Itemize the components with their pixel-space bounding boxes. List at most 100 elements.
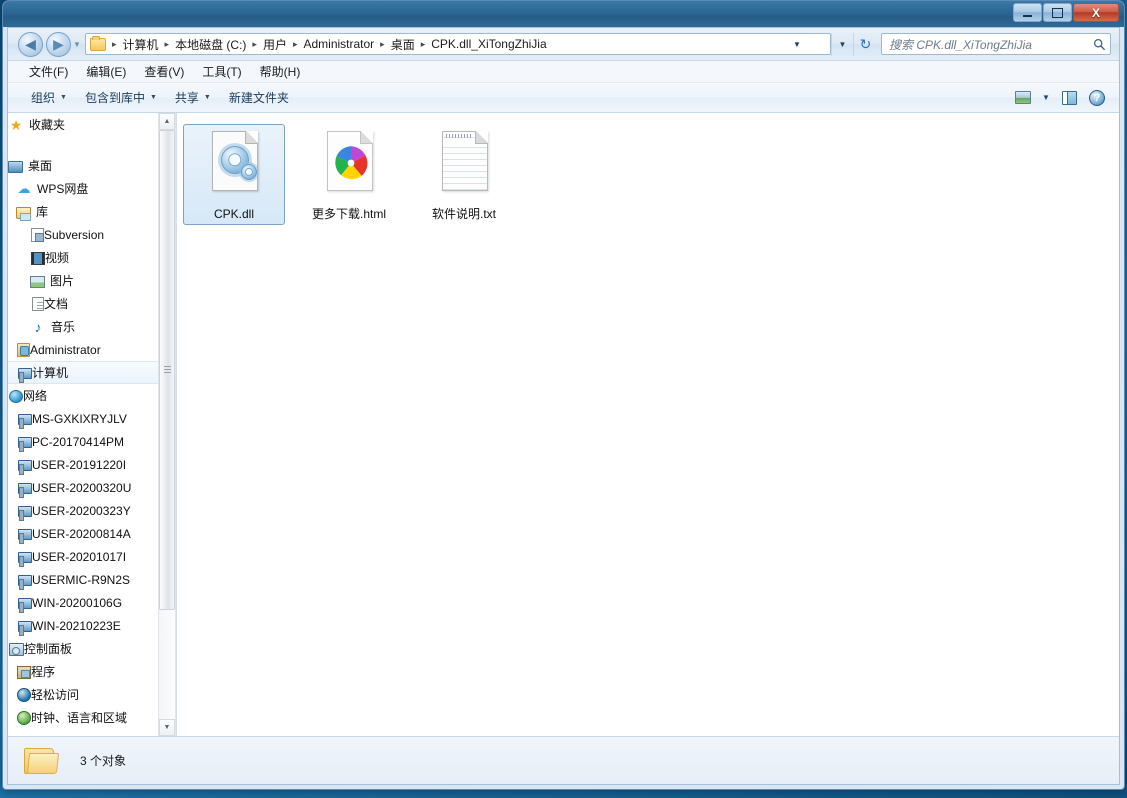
clock-language-region-icon <box>17 711 31 725</box>
sidebar-item-1[interactable]: 桌面 <box>8 154 171 177</box>
file-item-html[interactable]: 更多下载.html <box>298 124 400 225</box>
sidebar-item-6[interactable]: 图片 <box>8 269 171 292</box>
breadcrumb[interactable]: ▸ 计算机 ▸ 本地磁盘 (C:) ▸ 用户 ▸ Administrator ▸… <box>85 33 831 55</box>
document-page-shape <box>327 131 373 191</box>
recent-pages-caret[interactable]: ▼ <box>71 40 83 49</box>
sidebar-item-label: 文档 <box>44 297 69 311</box>
breadcrumb-item-computer[interactable]: 计算机 <box>122 36 160 53</box>
breadcrumb-item-localdisk[interactable]: 本地磁盘 (C:) <box>174 36 247 53</box>
library-icon <box>16 206 31 221</box>
dll-file-icon <box>202 129 266 201</box>
address-dropdown-caret[interactable]: ▼ <box>831 32 853 56</box>
notepad-binding <box>446 134 473 138</box>
sidebar-item-12[interactable]: MS-GXKIXRYJLV <box>8 407 171 430</box>
sidebar-item-8[interactable]: ♪ 音乐 <box>8 315 171 338</box>
sidebar-item-25[interactable]: 时钟、语言和区域 <box>8 706 171 729</box>
network-computer-icon <box>18 552 32 567</box>
window-controls: X <box>1013 3 1119 22</box>
breadcrumb-item-users[interactable]: 用户 <box>262 36 288 53</box>
scroll-down-button[interactable]: ▼ <box>159 719 175 736</box>
chevron-down-icon: ▼ <box>203 94 211 101</box>
title-bar[interactable]: X <box>3 1 1124 27</box>
subversion-icon <box>31 228 44 242</box>
search-icon <box>1092 37 1106 51</box>
music-icon: ♪ <box>34 318 42 335</box>
sidebar-item-23[interactable]: 程序 <box>8 660 171 683</box>
sidebar-item-3[interactable]: 库 <box>8 200 171 223</box>
command-bar-right-group: ▼ ? <box>1011 87 1119 109</box>
network-computer-icon <box>18 598 32 613</box>
organize-button[interactable]: 组织 ▼ <box>22 86 76 109</box>
close-button[interactable]: X <box>1073 3 1119 22</box>
sidebar-item-label: 库 <box>36 205 49 219</box>
view-dropdown-button[interactable]: ▼ <box>1039 87 1053 109</box>
sidebar-item-2[interactable]: ☁ WPS网盘 <box>8 177 171 200</box>
menu-file[interactable]: 文件(F) <box>20 61 77 82</box>
breadcrumb-separator: ▸ <box>420 38 426 49</box>
share-button[interactable]: 共享 ▼ <box>166 86 220 109</box>
videos-icon <box>31 251 45 265</box>
sidebar-item-20[interactable]: WIN-20200106G <box>8 591 171 614</box>
network-computer-icon <box>18 529 32 544</box>
maximize-button[interactable] <box>1043 3 1072 22</box>
sidebar-item-14[interactable]: USER-20191220I <box>8 453 171 476</box>
user-folder-icon <box>17 343 30 357</box>
preview-pane-button[interactable] <box>1057 87 1081 109</box>
sidebar-item-24[interactable]: 轻松访问 <box>8 683 171 706</box>
favorites-star-icon: ★ <box>9 116 23 133</box>
sidebar-item-13[interactable]: PC-20170414PM <box>8 430 171 453</box>
refresh-icon[interactable]: ↻ <box>853 32 877 56</box>
sidebar-item-label: PC-20170414PM <box>32 434 125 449</box>
sidebar-item-19[interactable]: USERMIC-R9N2S <box>8 568 171 591</box>
gear-icon-small <box>241 164 257 180</box>
sidebar-item-label: USER-20200323Y <box>32 503 131 518</box>
breadcrumb-item-administrator[interactable]: Administrator <box>302 37 375 51</box>
help-button[interactable]: ? <box>1085 87 1109 109</box>
change-view-button[interactable] <box>1011 87 1035 109</box>
sidebar-item-4[interactable]: Subversion <box>8 223 171 246</box>
sidebar-item-label: 时钟、语言和区域 <box>31 711 128 725</box>
breadcrumb-item-desktop[interactable]: 桌面 <box>390 36 416 53</box>
minimize-button[interactable] <box>1013 3 1042 22</box>
file-list-pane[interactable]: CPK.dll 更多下载.html 软件说明.txt <box>177 113 1119 736</box>
file-item-txt[interactable]: 软件说明.txt <box>413 124 515 225</box>
sidebar-item-7[interactable]: 文档 <box>8 292 171 315</box>
menu-view[interactable]: 查看(V) <box>135 61 193 82</box>
sidebar-item-11[interactable]: 网络 <box>8 384 171 407</box>
forward-button[interactable]: ▶ <box>46 31 71 57</box>
search-placeholder: 搜索 CPK.dll_XiTongZhiJia <box>889 37 1032 52</box>
sidebar-item-9[interactable]: Administrator <box>8 338 171 361</box>
breadcrumb-item-current[interactable]: CPK.dll_XiTongZhiJia <box>430 37 547 51</box>
menu-edit[interactable]: 编辑(E) <box>77 61 135 82</box>
include-in-library-button[interactable]: 包含到库中 ▼ <box>76 86 166 109</box>
menu-tools[interactable]: 工具(T) <box>193 61 250 82</box>
breadcrumb-dropdown-caret[interactable]: ▼ <box>788 34 806 54</box>
sidebar-item-22[interactable]: 控制面板 <box>8 637 171 660</box>
sidebar-item-label: 网络 <box>23 389 48 403</box>
sidebar-item-5[interactable]: 视频 <box>8 246 171 269</box>
menu-help[interactable]: 帮助(H) <box>251 61 310 82</box>
folder-icon <box>90 35 106 51</box>
sidebar-item-label: Subversion <box>44 227 105 242</box>
documents-icon <box>32 297 44 311</box>
breadcrumb-separator: ▸ <box>252 38 257 49</box>
search-input[interactable]: 搜索 CPK.dll_XiTongZhiJia <box>881 33 1111 55</box>
sidebar-item-21[interactable]: WIN-20210223E <box>8 614 171 637</box>
scrollbar-thumb[interactable] <box>159 130 175 610</box>
sidebar-item-15[interactable]: USER-20200320U <box>8 476 171 499</box>
new-folder-button[interactable]: 新建文件夹 <box>220 86 298 109</box>
file-item-dll[interactable]: CPK.dll <box>183 124 285 225</box>
navigation-scrollbar[interactable]: ▲ ▼ <box>158 113 175 736</box>
sidebar-item-10[interactable]: 计算机 <box>8 361 171 384</box>
back-button[interactable]: ◀ <box>18 31 43 57</box>
sidebar-item-17[interactable]: USER-20200814A <box>8 522 171 545</box>
txt-file-icon <box>432 129 496 201</box>
sidebar-item-0[interactable]: ★ 收藏夹 <box>8 113 171 136</box>
scroll-up-button[interactable]: ▲ <box>159 113 175 130</box>
folder-icon <box>24 746 60 776</box>
breadcrumb-separator: ▸ <box>380 38 385 49</box>
page-fold <box>475 131 488 144</box>
network-icon <box>9 389 23 403</box>
sidebar-item-16[interactable]: USER-20200323Y <box>8 499 171 522</box>
sidebar-item-18[interactable]: USER-20201017I <box>8 545 171 568</box>
